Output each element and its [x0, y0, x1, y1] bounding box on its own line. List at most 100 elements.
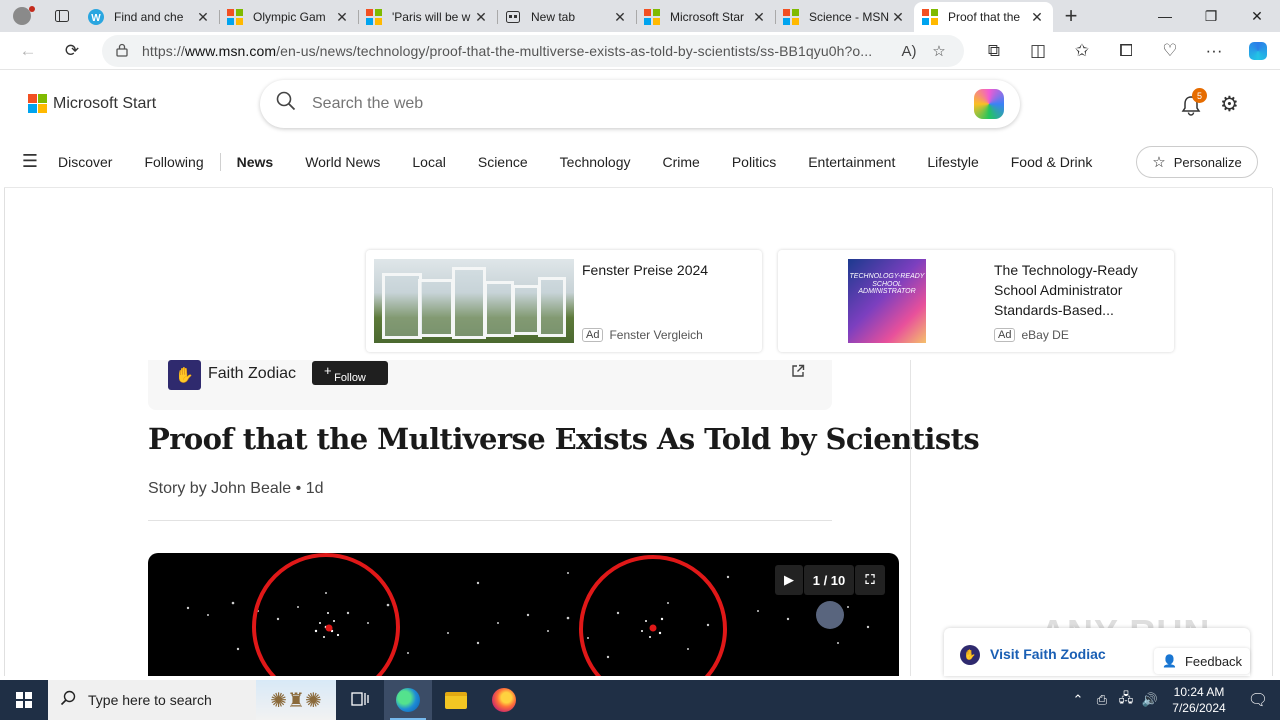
microsoft-logo-icon — [28, 94, 48, 114]
clock-time: 10:24 AM — [1173, 685, 1225, 699]
nav-item-technology[interactable]: Technology — [544, 154, 647, 170]
favorite-star-icon[interactable]: ☆ — [924, 42, 954, 60]
ad-title[interactable]: Fenster Preise 2024 — [582, 260, 752, 280]
search-input[interactable] — [312, 95, 974, 113]
feedback-button[interactable]: 👤 Feedback — [1154, 648, 1251, 674]
copilot-icon[interactable] — [974, 89, 1004, 119]
folder-icon — [445, 691, 467, 709]
nav-item-entertainment[interactable]: Entertainment — [792, 154, 911, 170]
play-icon[interactable]: ▶ — [775, 565, 803, 595]
collections-icon[interactable]: ⧠ — [1104, 35, 1148, 67]
browser-essentials-icon[interactable]: ♡ — [1148, 35, 1192, 67]
edge-icon — [396, 688, 420, 712]
browser-tab-active[interactable]: Proof that the ✕ — [914, 2, 1053, 32]
ad-title[interactable]: The Technology-Ready School Administrato… — [994, 260, 1164, 320]
close-icon[interactable]: ✕ — [473, 9, 489, 26]
visit-publisher-link[interactable]: Visit Faith Zodiac — [990, 646, 1106, 662]
firefox-taskbar-icon[interactable] — [480, 680, 528, 720]
taskbar-search-box[interactable]: Type here to search ✺♜✺ — [48, 680, 336, 720]
url-text[interactable]: https://www.msn.com/en-us/news/technolog… — [142, 43, 894, 59]
split-screen-icon[interactable]: ◫ — [1016, 35, 1060, 67]
network-icon[interactable]: 🖧 — [1114, 689, 1138, 711]
copilot-sidebar-icon[interactable] — [1236, 35, 1280, 67]
tab-title: New tab — [531, 10, 576, 24]
nav-item-discover[interactable]: Discover — [56, 154, 128, 170]
nav-item-local[interactable]: Local — [396, 154, 461, 170]
nav-item-following[interactable]: Following — [128, 154, 219, 170]
system-tray: ⌃ ⎙ 🖧 🔊 10:24 AM 7/26/2024 🗨 — [1066, 680, 1280, 720]
follow-button[interactable]: + Follow — [312, 361, 388, 385]
browser-tab[interactable]: W Find and che ✕ — [80, 2, 219, 32]
address-bar[interactable]: https://www.msn.com/en-us/news/technolog… — [102, 35, 964, 67]
minimize-icon[interactable]: — — [1142, 0, 1188, 32]
browser-tab[interactable]: Olympic Gam ✕ — [219, 2, 358, 32]
msn-nav-bar: ☰ Discover Following News World News Loc… — [4, 136, 1272, 188]
profile-status-dot — [29, 6, 35, 12]
browser-tab[interactable]: 'Paris will be w ✕ — [358, 2, 497, 32]
tab-title: Find and che — [114, 10, 184, 24]
close-icon[interactable]: ✕ — [1029, 9, 1045, 26]
personalize-button[interactable]: ☆ Personalize — [1136, 146, 1258, 178]
ad-card[interactable]: TECHNOLOGY-READY SCHOOL ADMINISTRATOR Th… — [778, 250, 1174, 352]
settings-gear-icon[interactable]: ⚙ — [1220, 92, 1239, 117]
nav-item-science[interactable]: Science — [462, 154, 544, 170]
fullscreen-icon[interactable]: ⛶ — [855, 565, 885, 595]
favorites-icon[interactable]: ✩ — [1060, 35, 1104, 67]
ad-image-frame — [452, 267, 486, 339]
edge-taskbar-icon[interactable] — [384, 680, 432, 720]
refresh-icon[interactable]: ⟳ — [52, 35, 92, 67]
close-icon[interactable]: ✕ — [751, 9, 767, 26]
article-headline: Proof that the Multiverse Exists As Told… — [148, 422, 980, 456]
tab-title: 'Paris will be w — [392, 10, 471, 24]
notification-center-icon[interactable]: 🗨 — [1236, 690, 1280, 710]
volume-icon[interactable]: 🔊 — [1138, 692, 1162, 708]
browser-tab[interactable]: New tab ✕ — [497, 2, 636, 32]
start-button[interactable] — [0, 680, 48, 720]
read-aloud-icon[interactable]: A) — [894, 43, 924, 60]
gallery-counter: 1 / 10 — [804, 565, 854, 595]
more-options-icon[interactable]: ··· — [1192, 35, 1236, 67]
file-explorer-taskbar-icon[interactable] — [432, 680, 480, 720]
nav-item-world-news[interactable]: World News — [289, 154, 396, 170]
microsoft-start-logo[interactable]: Microsoft Start — [28, 94, 156, 114]
nav-item-food-drink[interactable]: Food & Drink — [995, 154, 1109, 170]
close-window-icon[interactable]: ✕ — [1234, 0, 1280, 32]
ad-card[interactable]: Fenster Preise 2024 Ad Fenster Vergleich — [366, 250, 762, 352]
profile-button[interactable] — [0, 0, 44, 32]
close-icon[interactable]: ✕ — [195, 9, 211, 26]
nav-item-news[interactable]: News — [221, 154, 290, 170]
msn-icon — [922, 9, 938, 25]
extensions-icon[interactable]: ⧉ — [972, 35, 1016, 67]
nav-item-crime[interactable]: Crime — [647, 154, 716, 170]
publisher-name[interactable]: Faith Zodiac — [208, 365, 296, 383]
close-icon[interactable]: ✕ — [612, 9, 628, 26]
article-source-bar: ✋ Faith Zodiac + Follow — [148, 360, 832, 410]
restore-icon[interactable]: ❐ — [1188, 0, 1234, 32]
image-gallery[interactable]: ▶ 1 / 10 ⛶ — [148, 553, 899, 676]
ad-footer: Ad Fenster Vergleich — [582, 328, 703, 342]
browser-tab[interactable]: Microsoft Star ✕ — [636, 2, 775, 32]
nav-item-lifestyle[interactable]: Lifestyle — [911, 154, 994, 170]
taskbar-clock[interactable]: 10:24 AM 7/26/2024 — [1162, 684, 1236, 716]
task-view-icon[interactable] — [336, 680, 384, 720]
tab-actions-icon — [55, 10, 69, 22]
chevron-up-icon[interactable]: ⌃ — [1066, 692, 1090, 708]
lock-icon[interactable] — [116, 43, 128, 60]
browser-tab[interactable]: Science - MSN ✕ — [775, 2, 914, 32]
close-icon[interactable]: ✕ — [334, 9, 350, 26]
ad-source: Fenster Vergleich — [609, 328, 703, 342]
publisher-logo[interactable]: ✋ — [168, 360, 201, 390]
web-search-box[interactable] — [260, 80, 1020, 128]
close-icon[interactable]: ✕ — [890, 9, 906, 26]
ad-image-book: TECHNOLOGY-READY SCHOOL ADMINISTRATOR — [848, 259, 926, 343]
menu-hamburger-icon[interactable]: ☰ — [4, 151, 56, 172]
open-external-icon[interactable] — [790, 363, 806, 384]
nav-item-politics[interactable]: Politics — [716, 154, 792, 170]
device-icon[interactable]: ⎙ — [1090, 692, 1114, 708]
new-tab-button[interactable]: + — [1053, 3, 1089, 29]
search-icon — [60, 690, 76, 711]
ad-image-frame — [382, 273, 422, 339]
back-icon[interactable]: ← — [8, 35, 48, 67]
tab-actions-button[interactable] — [44, 0, 80, 32]
publisher-mini-logo-icon: ✋ — [960, 645, 980, 665]
